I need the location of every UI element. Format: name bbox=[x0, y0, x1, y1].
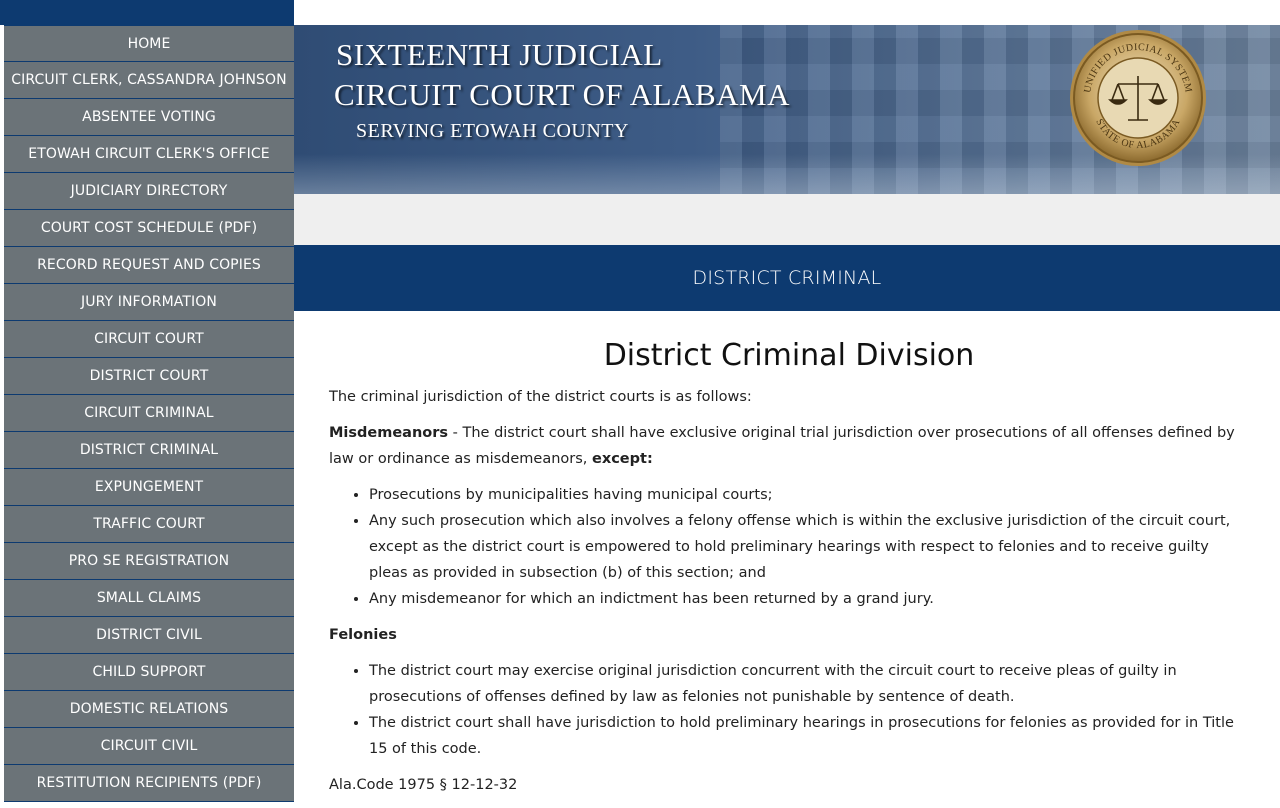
sidebar-item-circuit-court[interactable]: CIRCUIT COURT bbox=[4, 321, 294, 358]
banner-strip bbox=[294, 194, 1280, 245]
sidebar-item-domestic-relations[interactable]: DOMESTIC RELATIONS bbox=[4, 691, 294, 728]
list-item: The district court shall have jurisdicti… bbox=[369, 710, 1249, 762]
sidebar-item-district-criminal[interactable]: DISTRICT CRIMINAL bbox=[4, 432, 294, 469]
sidebar-item-jury-information[interactable]: JURY INFORMATION bbox=[4, 284, 294, 321]
alabama-judicial-seal-icon: UNIFIED JUDICIAL SYSTEM STATE OF ALABAMA bbox=[1070, 30, 1206, 166]
intro-paragraph: The criminal jurisdiction of the distric… bbox=[329, 389, 752, 405]
page-title: District Criminal Division bbox=[603, 338, 975, 373]
sidebar-item-district-court[interactable]: DISTRICT COURT bbox=[4, 358, 294, 395]
list-item: Prosecutions by municipalities having mu… bbox=[369, 482, 1249, 508]
sidebar-nav: HOME CIRCUIT CLERK, CASSANDRA JOHNSON AB… bbox=[0, 0, 294, 802]
banner-subtitle: SERVING ETOWAH COUNTY bbox=[356, 120, 629, 142]
misdemeanors-label: Misdemeanors bbox=[329, 425, 449, 441]
sidebar-item-clerks-office[interactable]: ETOWAH CIRCUIT CLERK'S OFFICE bbox=[4, 136, 294, 173]
sidebar-item-judiciary-directory[interactable]: JUDICIARY DIRECTORY bbox=[4, 173, 294, 210]
section-title-bar: DISTRICT CRIMINAL bbox=[294, 245, 1280, 311]
section-title: DISTRICT CRIMINAL bbox=[692, 267, 882, 289]
except-label: except: bbox=[592, 451, 653, 467]
sidebar-item-small-claims[interactable]: SMALL CLAIMS bbox=[4, 580, 294, 617]
code-citation: Ala.Code 1975 § 12-12-32 bbox=[329, 777, 518, 793]
list-item: The district court may exercise original… bbox=[369, 658, 1249, 710]
list-item: Any such prosecution which also involves… bbox=[369, 508, 1249, 586]
sidebar-item-traffic-court[interactable]: TRAFFIC COURT bbox=[4, 506, 294, 543]
banner-title-line2: CIRCUIT COURT OF ALABAMA bbox=[334, 77, 790, 112]
sidebar-item-home[interactable]: HOME bbox=[4, 25, 294, 62]
sidebar-item-district-civil[interactable]: DISTRICT CIVIL bbox=[4, 617, 294, 654]
sidebar-item-circuit-civil[interactable]: CIRCUIT CIVIL bbox=[4, 728, 294, 765]
sidebar-top-bar bbox=[0, 0, 294, 25]
sidebar-item-court-cost-schedule[interactable]: COURT COST SCHEDULE (PDF) bbox=[4, 210, 294, 247]
misdemeanors-paragraph: Misdemeanors - The district court shall … bbox=[329, 420, 1249, 472]
felonies-heading: Felonies bbox=[329, 627, 397, 643]
banner-title-line1: SIXTEENTH JUDICIAL bbox=[336, 37, 663, 72]
sidebar-item-record-request[interactable]: RECORD REQUEST AND COPIES bbox=[4, 247, 294, 284]
header-banner: SIXTEENTH JUDICIAL CIRCUIT COURT OF ALAB… bbox=[294, 25, 1280, 194]
main-content: District Criminal Division The criminal … bbox=[329, 318, 1249, 808]
sidebar-menu: HOME CIRCUIT CLERK, CASSANDRA JOHNSON AB… bbox=[0, 25, 294, 802]
sidebar-item-child-support[interactable]: CHILD SUPPORT bbox=[4, 654, 294, 691]
felonies-list: The district court may exercise original… bbox=[329, 658, 1249, 762]
sidebar-item-restitution-recipients[interactable]: RESTITUTION RECIPIENTS (PDF) bbox=[4, 765, 294, 802]
list-item: Any misdemeanor for which an indictment … bbox=[369, 586, 1249, 612]
misdemeanor-exceptions-list: Prosecutions by municipalities having mu… bbox=[329, 482, 1249, 612]
sidebar-item-circuit-criminal[interactable]: CIRCUIT CRIMINAL bbox=[4, 395, 294, 432]
sidebar-item-absentee-voting[interactable]: ABSENTEE VOTING bbox=[4, 99, 294, 136]
sidebar-item-pro-se-registration[interactable]: PRO SE REGISTRATION bbox=[4, 543, 294, 580]
misdemeanors-text: - The district court shall have exclusiv… bbox=[329, 425, 1235, 467]
sidebar-item-circuit-clerk[interactable]: CIRCUIT CLERK, CASSANDRA JOHNSON bbox=[4, 62, 294, 99]
sidebar-item-expungement[interactable]: EXPUNGEMENT bbox=[4, 469, 294, 506]
